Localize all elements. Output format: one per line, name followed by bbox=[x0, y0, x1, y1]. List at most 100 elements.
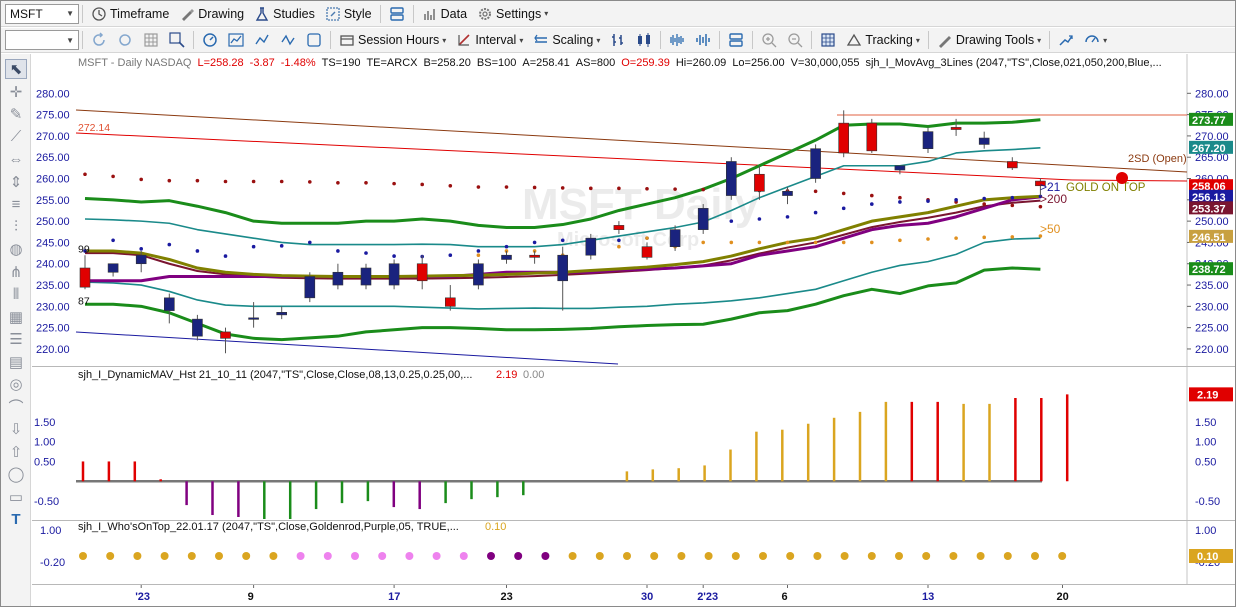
strategy-button[interactable] bbox=[301, 29, 327, 51]
chevron-down-icon[interactable]: ▾ bbox=[442, 36, 446, 45]
candle[interactable] bbox=[501, 254, 512, 260]
data-button[interactable]: Data bbox=[417, 3, 472, 25]
shapes-icon[interactable]: ▤ bbox=[6, 353, 26, 371]
reload-button[interactable] bbox=[112, 29, 138, 51]
down-arrow-icon[interactable]: ⇩ bbox=[6, 420, 26, 438]
interval-button[interactable]: Interval ▾ bbox=[451, 29, 528, 51]
chart-svg[interactable]: 280.00 275.00 270.00 265.00 260.00 255.00 250.… bbox=[32, 54, 1235, 606]
drawing-tools-button[interactable]: Drawing Tools ▾ bbox=[932, 29, 1046, 51]
symbol-input[interactable]: MSFT ▼ bbox=[5, 3, 79, 24]
chart-area[interactable]: 280.00 275.00 270.00 265.00 260.00 255.00 250.… bbox=[32, 54, 1235, 606]
horizontal-line-icon[interactable]: ⇔ bbox=[6, 150, 26, 168]
session-hours-button[interactable]: Session Hours ▾ bbox=[334, 29, 451, 51]
candle[interactable] bbox=[192, 318, 203, 337]
candle[interactable] bbox=[529, 254, 540, 258]
volume-profile-button[interactable] bbox=[664, 29, 690, 51]
candle[interactable] bbox=[754, 173, 765, 192]
trendline-icon[interactable]: ⟋ bbox=[6, 128, 26, 146]
candle[interactable] bbox=[388, 263, 400, 286]
candle[interactable] bbox=[1006, 161, 1018, 169]
chevron-down-icon[interactable]: ▾ bbox=[916, 36, 920, 45]
zoom-out-button[interactable] bbox=[782, 29, 808, 51]
gann-icon[interactable]: ◍ bbox=[6, 240, 26, 258]
candle[interactable] bbox=[641, 246, 653, 258]
bars-icon[interactable]: ⦀ bbox=[6, 285, 26, 303]
arrow-pointer-icon[interactable]: ⬉ bbox=[5, 59, 27, 79]
candle[interactable] bbox=[613, 225, 625, 230]
interval-input[interactable]: ▼ bbox=[5, 30, 79, 50]
signals-icon[interactable]: ◎ bbox=[6, 375, 26, 393]
ellipse-icon[interactable]: ◯ bbox=[6, 465, 26, 483]
draw-pen-icon[interactable]: ✎ bbox=[6, 105, 26, 123]
chevron-down-icon[interactable]: ▼ bbox=[66, 36, 74, 45]
scaling-button[interactable]: Scaling ▾ bbox=[528, 29, 605, 51]
candle[interactable] bbox=[220, 331, 231, 339]
support-trendline[interactable] bbox=[75, 331, 619, 365]
layout-button[interactable] bbox=[384, 3, 410, 25]
studies-button[interactable]: Studies bbox=[249, 3, 320, 25]
rectangle-icon[interactable]: ▭ bbox=[6, 488, 26, 506]
lines-icon[interactable]: ☰ bbox=[6, 330, 26, 348]
tracking-button[interactable]: Tracking ▾ bbox=[841, 29, 924, 51]
style-button[interactable]: Style bbox=[320, 3, 377, 25]
zoom-in-button[interactable] bbox=[756, 29, 782, 51]
candle[interactable] bbox=[838, 122, 850, 154]
candle[interactable] bbox=[360, 267, 372, 286]
candle[interactable] bbox=[782, 191, 793, 196]
fibonacci-icon[interactable]: ⫶ bbox=[6, 218, 26, 236]
candle[interactable] bbox=[79, 267, 91, 288]
candlestick-type-button[interactable] bbox=[631, 29, 657, 51]
alert-dot[interactable] bbox=[1116, 172, 1128, 184]
candle[interactable] bbox=[866, 122, 878, 152]
chevron-down-icon[interactable]: ▾ bbox=[1037, 36, 1041, 45]
trend-button[interactable] bbox=[1053, 29, 1079, 51]
data-window-button[interactable] bbox=[815, 29, 841, 51]
trendline-red-ext[interactable] bbox=[1071, 179, 1188, 182]
timeframe-button[interactable]: Timeframe bbox=[86, 3, 174, 25]
candle[interactable] bbox=[810, 148, 821, 179]
candle[interactable] bbox=[276, 312, 287, 316]
candle[interactable] bbox=[922, 131, 934, 149]
candle[interactable] bbox=[332, 271, 344, 286]
chart-analysis-button[interactable] bbox=[223, 29, 249, 51]
table-button[interactable] bbox=[138, 29, 164, 51]
chevron-down-icon[interactable]: ▼ bbox=[66, 9, 74, 18]
candle[interactable] bbox=[697, 208, 709, 230]
candle[interactable] bbox=[894, 165, 906, 171]
candle[interactable] bbox=[248, 317, 259, 320]
dashboard-button[interactable]: ▾ bbox=[1079, 29, 1112, 51]
candle[interactable] bbox=[304, 276, 316, 299]
volume-button[interactable] bbox=[690, 29, 716, 51]
candle[interactable] bbox=[135, 254, 147, 265]
grid-icon[interactable]: ▦ bbox=[6, 308, 26, 326]
zoom-chart-button[interactable] bbox=[164, 29, 190, 51]
crosshair-icon[interactable]: ✛ bbox=[6, 83, 26, 101]
chevron-down-icon[interactable]: ▾ bbox=[544, 9, 548, 18]
chevron-down-icon[interactable]: ▾ bbox=[1103, 36, 1107, 45]
indicator-button[interactable] bbox=[249, 29, 275, 51]
candle[interactable] bbox=[557, 254, 569, 282]
settings-button[interactable]: Settings ▾ bbox=[472, 3, 553, 25]
chevron-down-icon[interactable]: ▾ bbox=[519, 36, 523, 45]
refresh-button[interactable] bbox=[86, 29, 112, 51]
speedometer-button[interactable] bbox=[197, 29, 223, 51]
trendline-red[interactable] bbox=[75, 132, 1073, 181]
bar-chart-type-button[interactable] bbox=[605, 29, 631, 51]
vertical-line-icon[interactable]: ⇕ bbox=[6, 173, 26, 191]
signal-button[interactable] bbox=[275, 29, 301, 51]
chevron-down-icon[interactable]: ▾ bbox=[596, 36, 600, 45]
candle[interactable] bbox=[473, 263, 484, 286]
andrews-pitchfork-icon[interactable]: ⋔ bbox=[6, 263, 26, 281]
candle[interactable] bbox=[978, 137, 990, 145]
up-arrow-icon[interactable]: ⇧ bbox=[6, 443, 26, 461]
text-tool-icon[interactable]: T bbox=[6, 510, 26, 528]
candle[interactable] bbox=[107, 263, 119, 273]
candle[interactable] bbox=[725, 161, 737, 196]
candle[interactable] bbox=[950, 127, 962, 130]
drawing-button[interactable]: Drawing bbox=[174, 3, 249, 25]
panes-button[interactable] bbox=[723, 29, 749, 51]
arc-icon[interactable]: ⌒ bbox=[6, 398, 26, 416]
candle[interactable] bbox=[444, 297, 456, 307]
candle[interactable] bbox=[164, 297, 175, 311]
candle[interactable] bbox=[585, 237, 597, 256]
